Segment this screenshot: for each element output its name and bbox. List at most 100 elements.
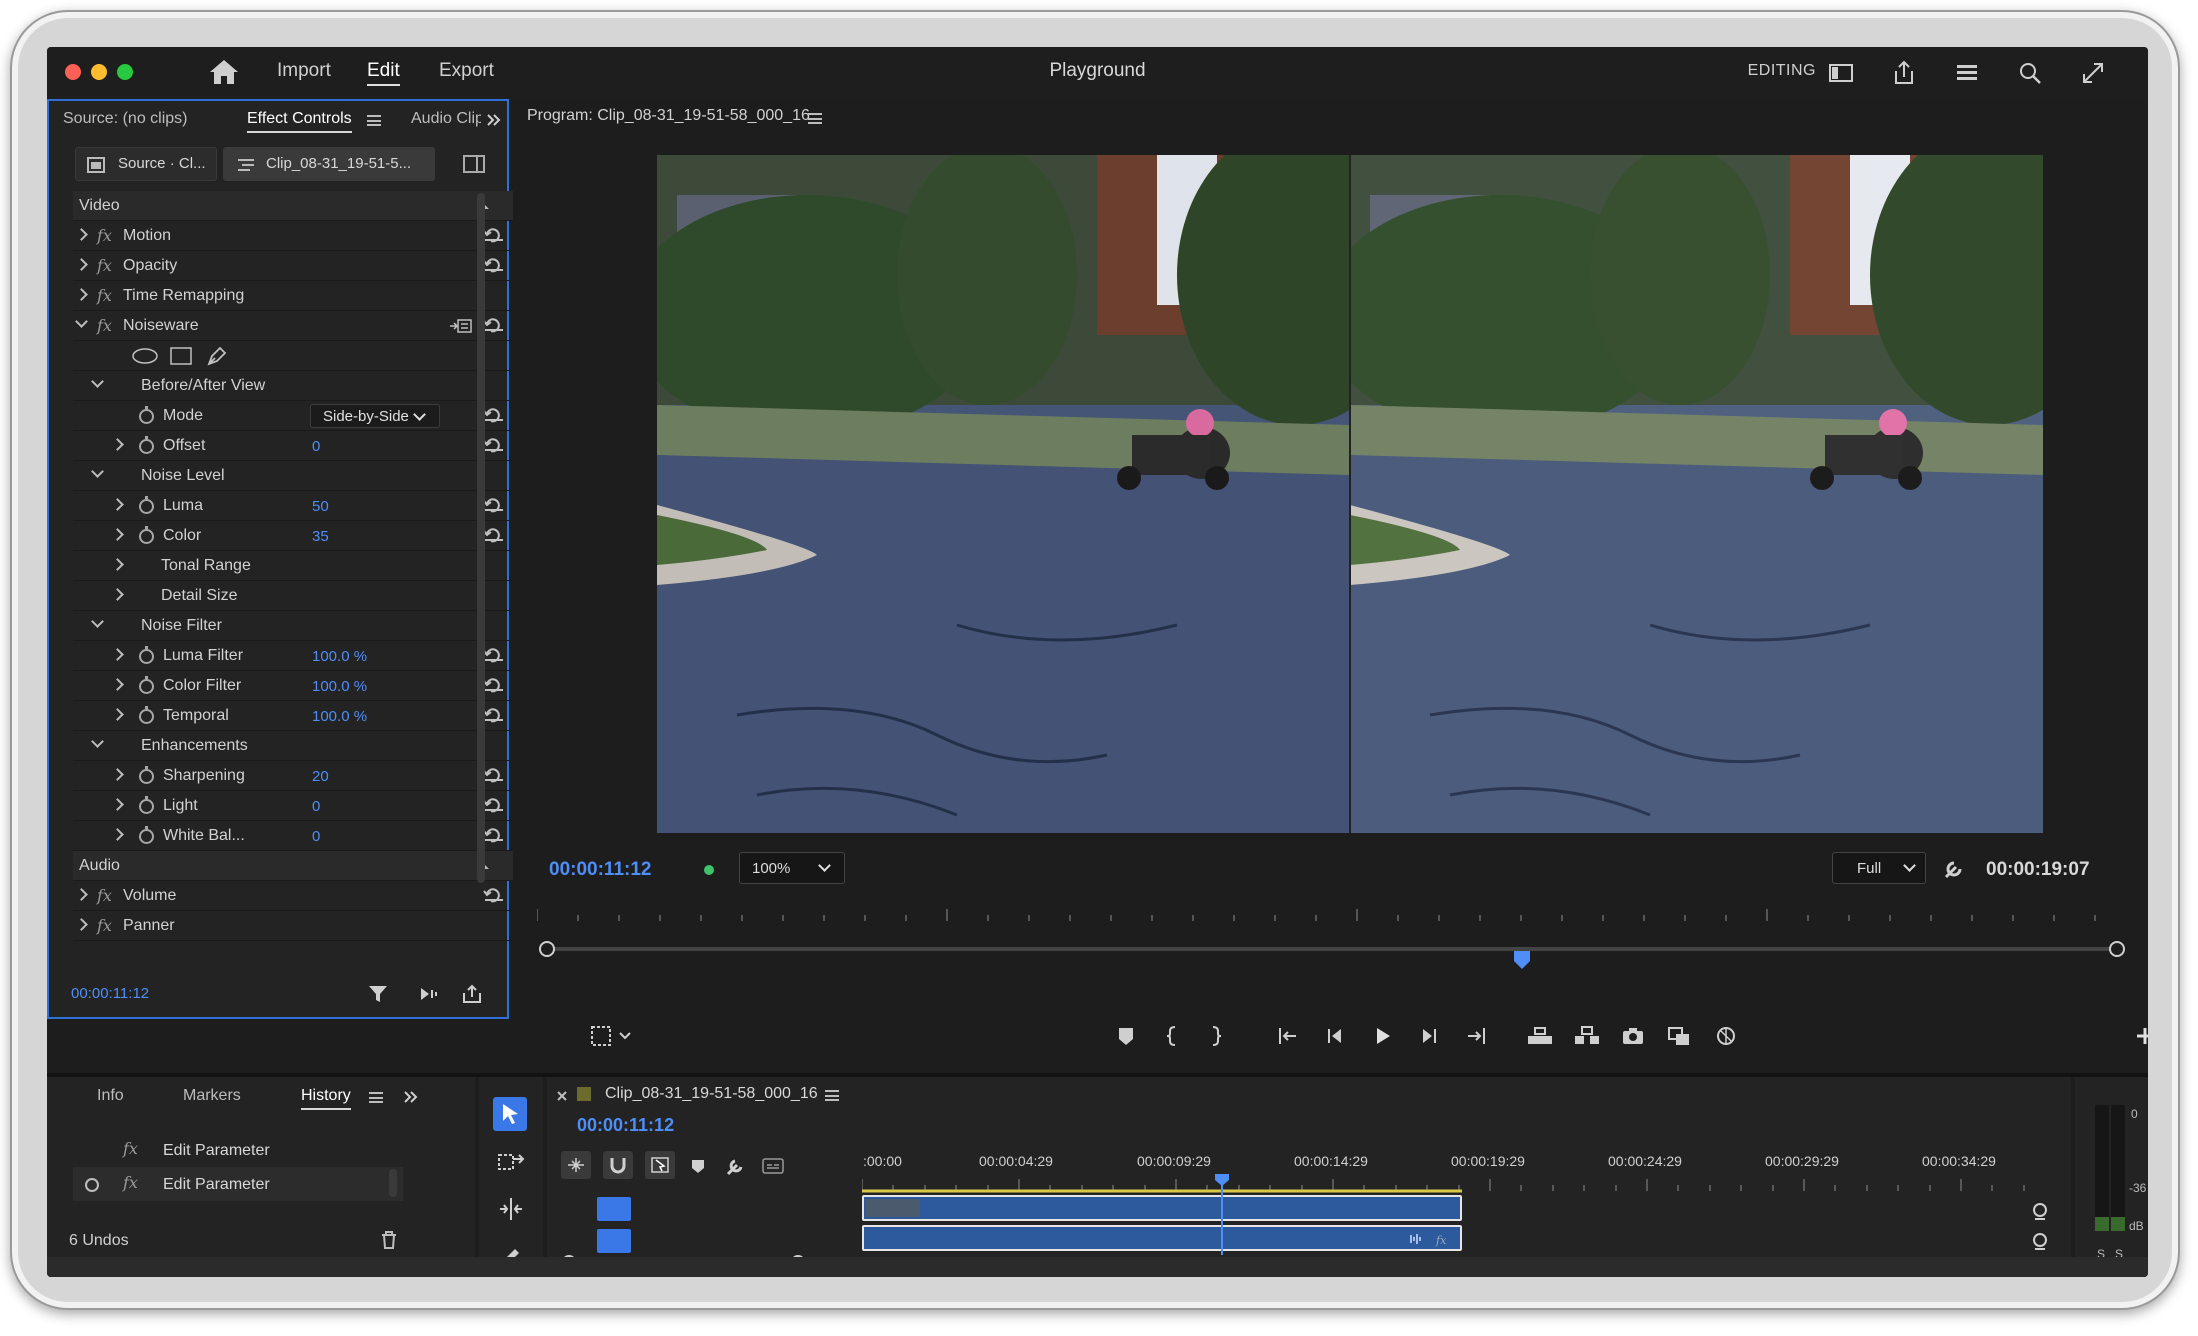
tab-audio-clip[interactable]: Audio Clip xyxy=(411,110,481,128)
play-audio-icon[interactable] xyxy=(417,983,441,1005)
source-button[interactable]: Source · Cl... xyxy=(75,147,217,181)
export-icon[interactable] xyxy=(461,983,483,1005)
reset-icon[interactable] xyxy=(483,648,505,664)
offset-value[interactable]: 0 xyxy=(312,438,320,455)
effect-settings-icon[interactable] xyxy=(449,318,473,334)
expand-chevron-icon[interactable] xyxy=(111,768,124,781)
reset-icon[interactable] xyxy=(483,438,505,454)
zoom-level-dropdown[interactable]: 100% xyxy=(739,852,845,884)
sharpening-value[interactable]: 20 xyxy=(312,768,329,785)
stopwatch-icon[interactable] xyxy=(139,406,154,424)
timeline-playhead-marker[interactable] xyxy=(1213,1173,1231,1187)
pen-tool-icon[interactable] xyxy=(205,344,229,368)
stopwatch-icon[interactable] xyxy=(139,796,154,814)
audio-track-target[interactable] xyxy=(597,1229,631,1253)
search-icon[interactable] xyxy=(2013,56,2047,90)
track-height-icon[interactable] xyxy=(2031,1201,2049,1223)
effect-row-panner[interactable]: fx Panner xyxy=(73,911,513,941)
expand-chevron-icon[interactable] xyxy=(111,588,124,601)
mark-out-icon[interactable] xyxy=(1203,1024,1227,1048)
history-item[interactable]: fx Edit Parameter xyxy=(73,1133,403,1167)
panel-menu-icon[interactable] xyxy=(369,1092,383,1103)
reset-icon[interactable] xyxy=(483,888,505,904)
video-track-target[interactable] xyxy=(597,1197,631,1221)
mark-in-icon[interactable] xyxy=(1161,1024,1185,1048)
reset-icon[interactable] xyxy=(483,708,505,724)
color-value[interactable]: 35 xyxy=(312,528,329,545)
effect-row-volume[interactable]: fx Volume xyxy=(73,881,513,911)
program-playhead-marker[interactable] xyxy=(1512,949,1532,971)
reset-icon[interactable] xyxy=(483,768,505,784)
reset-icon[interactable] xyxy=(483,408,505,424)
mode-dropdown[interactable]: Side-by-Side xyxy=(310,404,440,428)
history-item-selected[interactable]: fx Edit Parameter xyxy=(73,1167,403,1201)
effect-controls-scrollbar[interactable] xyxy=(477,193,485,883)
expand-chevron-icon[interactable] xyxy=(75,918,88,931)
collapse-chevron-icon[interactable] xyxy=(91,615,104,628)
effect-controls-timecode[interactable]: 00:00:11:12 xyxy=(71,985,149,1002)
video-clip[interactable] xyxy=(862,1195,1462,1221)
stopwatch-icon[interactable] xyxy=(139,676,154,694)
more-tabs-icon[interactable] xyxy=(402,1088,420,1106)
stopwatch-icon[interactable] xyxy=(139,706,154,724)
color-filter-value[interactable]: 100.0 % xyxy=(312,678,367,695)
effect-row-noiseware[interactable]: fx Noiseware xyxy=(73,311,513,341)
captions-icon[interactable] xyxy=(761,1157,785,1175)
step-back-icon[interactable] xyxy=(1323,1024,1347,1048)
list-icon[interactable] xyxy=(1950,56,1984,90)
expand-chevron-icon[interactable] xyxy=(111,498,124,511)
tab-history[interactable]: History xyxy=(301,1087,351,1110)
step-forward-icon[interactable] xyxy=(1417,1024,1441,1048)
ellipse-mask-icon[interactable] xyxy=(131,347,159,365)
reset-icon[interactable] xyxy=(483,528,505,544)
expand-chevron-icon[interactable] xyxy=(75,258,88,271)
reset-icon[interactable] xyxy=(483,228,505,244)
add-button-icon[interactable] xyxy=(2133,1024,2148,1048)
magnet-toggle[interactable] xyxy=(603,1151,633,1179)
comparison-view-icon[interactable] xyxy=(1667,1024,1691,1048)
luma-value[interactable]: 50 xyxy=(312,498,329,515)
audio-clip[interactable]: fx xyxy=(862,1225,1462,1251)
group-noise-filter[interactable]: Noise Filter xyxy=(73,611,513,641)
reset-icon[interactable] xyxy=(483,798,505,814)
effect-row-time-remapping[interactable]: fx Time Remapping xyxy=(73,281,513,311)
snap-toggle[interactable] xyxy=(561,1151,591,1179)
expand-chevron-icon[interactable] xyxy=(111,798,124,811)
expand-chevron-icon[interactable] xyxy=(111,678,124,691)
go-to-in-icon[interactable] xyxy=(1276,1024,1300,1048)
panel-menu-icon[interactable] xyxy=(367,115,381,126)
audio-section-header[interactable]: Audio xyxy=(73,851,513,881)
tab-markers[interactable]: Markers xyxy=(183,1087,241,1105)
tab-effect-controls[interactable]: Effect Controls xyxy=(247,110,352,133)
stopwatch-icon[interactable] xyxy=(139,826,154,844)
group-before-after-view[interactable]: Before/After View xyxy=(73,371,513,401)
reset-icon[interactable] xyxy=(483,318,505,334)
reset-icon[interactable] xyxy=(483,828,505,844)
lift-icon[interactable] xyxy=(1525,1024,1555,1048)
resolution-dropdown[interactable]: Full xyxy=(1832,852,1926,884)
video-section-header[interactable]: Video xyxy=(73,191,513,221)
program-time-ruler[interactable] xyxy=(537,899,2127,959)
stopwatch-icon[interactable] xyxy=(139,496,154,514)
group-noise-level[interactable]: Noise Level xyxy=(73,461,513,491)
filter-icon[interactable] xyxy=(367,983,389,1005)
collapse-chevron-icon[interactable] xyxy=(91,375,104,388)
group-detail-size[interactable]: Detail Size xyxy=(73,581,513,611)
effect-row-opacity[interactable]: fx Opacity xyxy=(73,251,513,281)
group-tonal-range[interactable]: Tonal Range xyxy=(73,551,513,581)
show-timeline-icon[interactable] xyxy=(463,155,485,173)
program-video-frame[interactable] xyxy=(657,155,2043,833)
workspace-label[interactable]: EDITING xyxy=(1748,62,1816,80)
timeline-playhead-line[interactable] xyxy=(1221,1177,1223,1255)
add-marker-icon[interactable] xyxy=(689,1157,707,1175)
sequence-name[interactable]: Clip_08-31_19-51-58_000_16 xyxy=(605,1085,818,1103)
reset-icon[interactable] xyxy=(483,498,505,514)
rectangle-mask-icon[interactable] xyxy=(169,346,193,366)
track-select-icon[interactable] xyxy=(497,1149,525,1177)
stopwatch-icon[interactable] xyxy=(139,766,154,784)
panel-layout-icon[interactable] xyxy=(1824,56,1858,90)
go-to-out-icon[interactable] xyxy=(1464,1024,1488,1048)
panel-menu-icon[interactable] xyxy=(825,1090,839,1101)
add-marker-icon[interactable] xyxy=(1114,1024,1138,1048)
wrench-icon[interactable] xyxy=(725,1155,747,1177)
